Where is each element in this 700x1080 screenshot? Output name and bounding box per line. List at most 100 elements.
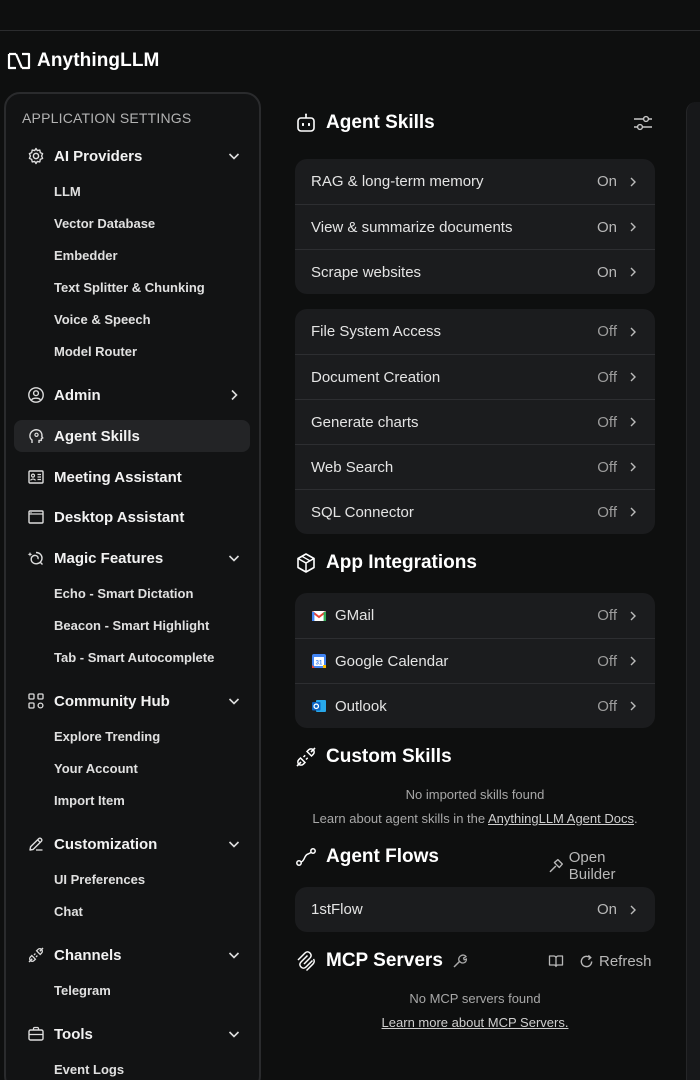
sliders-settings-icon[interactable] [633,114,653,132]
outlook-icon [312,700,326,712]
nav-ui-preferences[interactable]: UI Preferences [54,872,145,890]
open-builder-button[interactable]: Open Builder [548,849,655,883]
integration-row-gmail[interactable]: GMail Off [295,593,655,638]
google-calendar-icon: 31 [312,654,326,668]
nav-agent-skills[interactable]: Agent Skills [14,420,250,452]
skill-status: Off [597,413,617,431]
nav-customization[interactable]: Customization [14,828,250,860]
section-title: MCP Servers [326,950,443,971]
admin-user-icon [26,385,46,405]
section-title: Agent Flows [326,846,439,867]
nav-tools[interactable]: Tools [14,1018,250,1050]
integration-label-wrap: 31 Google Calendar [311,653,597,670]
book-open-icon[interactable] [548,954,564,968]
skill-label: Scrape websites [311,263,422,281]
integration-row-outlook[interactable]: Outlook Off [295,683,655,728]
skill-status: Off [597,368,617,386]
plug-icon [26,945,46,965]
magic-icon [26,548,46,568]
chevron-right-icon [630,372,636,382]
integration-label-wrap: Outlook [311,698,597,715]
nav-label: Agent Skills [54,427,140,445]
nav-label: Meeting Assistant [54,468,182,486]
skill-row-file-system[interactable]: File System Access Off [295,309,655,354]
open-builder-label: Open Builder [568,849,616,883]
integration-label: GMail [335,607,375,624]
nav-your-account[interactable]: Your Account [54,761,138,779]
nav-label: Customization [54,835,158,853]
nav-label: Tools [54,1025,93,1043]
agent-flows-header: Agent Flows [295,846,439,868]
skill-status: On [596,263,617,281]
nav-ai-providers[interactable]: AI Providers [14,140,250,172]
agent-head-icon [26,426,46,446]
nav-telegram[interactable]: Telegram [54,983,111,1001]
default-skills-card: RAG & long-term memory On View & summari… [295,159,655,294]
nav-model-router[interactable]: Model Router [54,344,137,362]
skill-row-scrape-websites[interactable]: Scrape websites On [295,249,655,294]
skill-status: On [596,218,617,236]
skill-label: RAG & long-term memory [311,173,484,190]
nav-echo-dictation[interactable]: Echo - Smart Dictation [54,586,193,604]
skill-status: Off [597,503,617,521]
refresh-button[interactable]: Refresh [579,953,652,970]
chevron-right-icon [630,701,636,711]
app-integrations-header: App Integrations [295,552,477,574]
nav-label: Magic Features [54,549,164,567]
svg-text:31: 31 [316,661,323,667]
app-logo: AnythingLLM [7,50,159,72]
chevron-right-icon [630,222,636,232]
nav-vector-database[interactable]: Vector Database [54,216,155,234]
skill-row-sql-connector[interactable]: SQL Connector Off [295,489,655,534]
agent-flows-card: 1stFlow On [295,887,655,932]
nav-tab-autocomplete[interactable]: Tab - Smart Autocomplete [54,650,214,668]
anythingllm-logo-icon [7,52,31,70]
skill-row-summarize-documents[interactable]: View & summarize documents On [295,204,655,249]
nav-community-hub[interactable]: Community Hub [14,685,250,717]
briefcase-icon [26,1024,46,1044]
app-name: AnythingLLM [37,50,160,71]
nav-magic-features[interactable]: Magic Features [14,542,250,574]
nav-llm[interactable]: LLM [54,184,81,202]
optional-skills-card: File System Access Off Document Creation… [295,309,655,534]
nav-text-splitter[interactable]: Text Splitter & Chunking [54,280,205,298]
nav-beacon-highlight[interactable]: Beacon - Smart Highlight [54,618,209,636]
nav-explore-trending[interactable]: Explore Trending [54,729,160,747]
nav-admin[interactable]: Admin [14,379,250,411]
wrench-icon[interactable] [452,953,468,969]
integration-label: Outlook [335,697,387,715]
chevron-right-icon [630,177,636,186]
nav-import-item[interactable]: Import Item [54,793,125,811]
nav-embedder[interactable]: Embedder [54,248,118,266]
mcp-docs-link[interactable]: Learn more about MCP Servers. [382,1015,569,1030]
nav-event-logs[interactable]: Event Logs [54,1062,124,1080]
section-title: App Integrations [326,552,477,573]
skill-row-rag-memory[interactable]: RAG & long-term memory On [295,159,655,204]
plug-icon [296,747,316,767]
skill-row-generate-charts[interactable]: Generate charts Off [295,399,655,444]
nav-voice-speech[interactable]: Voice & Speech [54,312,151,330]
agent-docs-link[interactable]: AnythingLLM Agent Docs [488,811,634,826]
custom-skills-learn: Learn about agent skills in the Anything… [295,811,655,826]
chevron-right-icon [630,417,636,427]
nav-chat[interactable]: Chat [54,904,83,922]
nav-label: Channels [54,946,122,964]
refresh-label: Refresh [599,953,652,970]
chevron-down-icon [228,698,240,705]
chevron-down-icon [228,1031,240,1038]
nav-label: AI Providers [54,147,143,165]
nav-label: Admin [54,386,101,404]
nav-meeting-assistant[interactable]: Meeting Assistant [14,461,250,493]
package-box-icon [297,553,315,573]
chevron-right-icon [630,656,636,666]
chevron-right-icon [630,462,636,472]
chevron-right-icon [231,389,238,401]
nav-desktop-assistant[interactable]: Desktop Assistant [14,501,250,533]
flow-row-1stflow[interactable]: 1stFlow On [295,887,655,932]
skill-row-web-search[interactable]: Web Search Off [295,444,655,489]
chevron-right-icon [630,327,636,336]
skill-row-document-creation[interactable]: Document Creation Off [295,354,655,399]
integration-row-google-calendar[interactable]: 31 Google Calendar Off [295,638,655,683]
flow-route-icon [296,848,316,866]
nav-channels[interactable]: Channels [14,939,250,971]
